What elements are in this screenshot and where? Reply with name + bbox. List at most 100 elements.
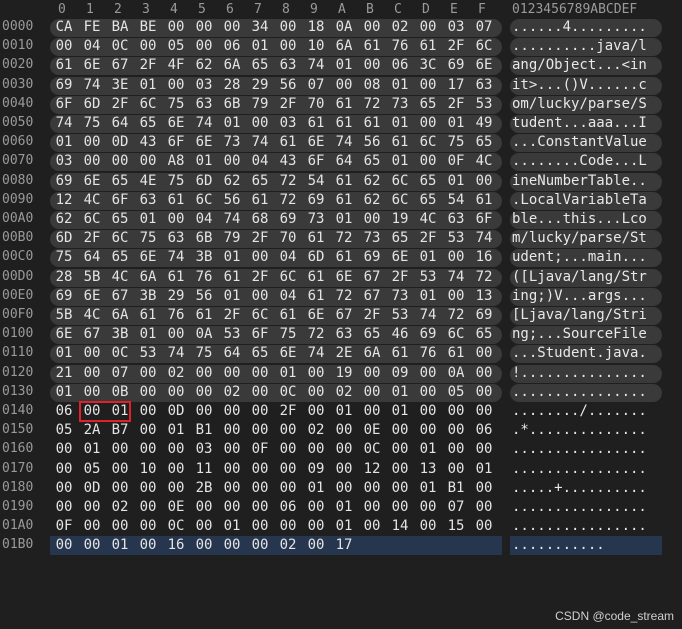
hex-byte[interactable]: 01 xyxy=(332,210,356,229)
hex-byte[interactable]: 61 xyxy=(192,306,216,325)
hex-byte[interactable]: 00 xyxy=(136,479,160,498)
hex-byte[interactable]: 65 xyxy=(136,114,160,133)
hex-byte[interactable]: 00 xyxy=(360,498,384,517)
hex-byte[interactable]: 61 xyxy=(52,56,76,75)
ascii-text[interactable]: .*.............. xyxy=(512,421,647,440)
ascii-text[interactable]: ......4......... xyxy=(512,18,647,37)
hex-byte[interactable]: 18 xyxy=(304,18,328,37)
hex-byte[interactable]: 6F xyxy=(164,133,188,152)
hex-byte[interactable]: 65 xyxy=(472,325,496,344)
hex-byte[interactable]: 2F xyxy=(276,402,300,421)
ascii-text[interactable]: !............... xyxy=(512,364,647,383)
ascii-text[interactable]: m/lucky/parse/St xyxy=(512,229,647,248)
hex-byte[interactable]: 01 xyxy=(304,479,328,498)
hex-byte[interactable]: 00 xyxy=(276,421,300,440)
hex-byte[interactable]: 76 xyxy=(388,37,412,56)
hex-byte[interactable]: 72 xyxy=(304,325,328,344)
hex-byte[interactable]: 6F xyxy=(52,95,76,114)
hex-byte[interactable]: 00 xyxy=(80,517,104,536)
hex-byte[interactable]: 29 xyxy=(248,76,272,95)
hex-byte[interactable]: 0C xyxy=(276,383,300,402)
hex-byte[interactable]: 00 xyxy=(164,18,188,37)
hex-byte[interactable]: 00 xyxy=(220,421,244,440)
hex-byte[interactable]: 00 xyxy=(80,364,104,383)
hex-byte[interactable]: 64 xyxy=(80,248,104,267)
hex-byte[interactable]: 00 xyxy=(164,76,188,95)
hex-byte[interactable]: 00 xyxy=(444,402,468,421)
hex-byte[interactable]: 00 xyxy=(416,76,440,95)
ascii-text[interactable]: ...Student.java. xyxy=(512,344,647,363)
hex-byte[interactable]: 00 xyxy=(472,172,496,191)
hex-byte[interactable]: 00 xyxy=(472,402,496,421)
hex-byte[interactable]: 01 xyxy=(276,364,300,383)
hex-byte[interactable]: 53 xyxy=(416,268,440,287)
hex-byte[interactable]: 04 xyxy=(192,210,216,229)
hex-byte[interactable]: 02 xyxy=(108,498,132,517)
hex-row[interactable]: 0020 61 6E 67 2F 4F 62 6A 65 63 74 01 00 06 3C 69 6E ang/… xyxy=(0,56,682,76)
hex-byte[interactable]: 03 xyxy=(52,152,76,171)
hex-byte[interactable]: 67 xyxy=(360,268,384,287)
hex-byte[interactable]: 61 xyxy=(332,114,356,133)
hex-byte[interactable]: 05 xyxy=(164,37,188,56)
hex-byte[interactable]: 00 xyxy=(192,498,216,517)
hex-row[interactable]: 0180 00 0D 00 00 00 2B 00 00 00 01 00 00 00 01 B1 00....… xyxy=(0,479,682,498)
hex-row[interactable]: 0060 01 00 0D 43 6F 6E 73 74 61 6E 74 56 61 6C 75 65 ...C… xyxy=(0,133,682,153)
hex-byte[interactable]: 67 xyxy=(332,306,356,325)
hex-byte[interactable]: 01 xyxy=(248,37,272,56)
hex-byte[interactable]: 00 xyxy=(416,18,440,37)
hex-byte[interactable]: 6E xyxy=(164,114,188,133)
hex-byte[interactable]: 14 xyxy=(388,517,412,536)
ascii-text[interactable]: udent;...main... xyxy=(512,248,647,267)
hex-byte[interactable]: 28 xyxy=(220,76,244,95)
ascii-text[interactable]: ing;)V...args... xyxy=(512,287,647,306)
hex-byte[interactable]: 67 xyxy=(360,287,384,306)
hex-byte[interactable]: 73 xyxy=(388,287,412,306)
hex-byte[interactable]: 62 xyxy=(52,210,76,229)
hex-byte[interactable]: 00 xyxy=(80,383,104,402)
hex-byte[interactable]: 6F xyxy=(248,325,272,344)
hex-byte[interactable]: 01 xyxy=(416,287,440,306)
hex-byte[interactable]: 0A xyxy=(444,364,468,383)
hex-byte[interactable]: 79 xyxy=(220,229,244,248)
hex-byte[interactable]: 69 xyxy=(472,306,496,325)
hex-byte[interactable]: 61 xyxy=(136,306,160,325)
hex-byte[interactable]: 63 xyxy=(136,191,160,210)
hex-byte[interactable]: 00 xyxy=(248,287,272,306)
hex-byte[interactable]: 2F xyxy=(248,229,272,248)
hex-byte[interactable]: 0E xyxy=(360,421,384,440)
hex-byte[interactable]: 61 xyxy=(304,229,328,248)
hex-byte[interactable]: 01 xyxy=(388,76,412,95)
hex-byte[interactable]: 6E xyxy=(304,133,328,152)
hex-byte[interactable]: 04 xyxy=(80,37,104,56)
hex-byte[interactable]: 54 xyxy=(444,191,468,210)
hex-byte[interactable]: 6E xyxy=(472,56,496,75)
hex-byte[interactable]: 56 xyxy=(360,133,384,152)
hex-byte[interactable]: 74 xyxy=(416,306,440,325)
hex-byte[interactable]: 0A xyxy=(332,18,356,37)
hex-byte[interactable]: 3B xyxy=(136,287,160,306)
hex-byte[interactable]: 01 xyxy=(388,152,412,171)
hex-byte[interactable]: 00 xyxy=(80,152,104,171)
hex-byte[interactable]: 00 xyxy=(472,364,496,383)
hex-byte[interactable]: 00 xyxy=(416,517,440,536)
hex-row[interactable]: 0120 21 00 07 00 02 00 00 00 01 00 19 00 09 00 0A 00!...… xyxy=(0,364,682,383)
hex-byte[interactable]: 5B xyxy=(52,306,76,325)
hex-byte[interactable]: 01 xyxy=(332,402,356,421)
hex-byte[interactable]: 69 xyxy=(52,76,76,95)
hex-row[interactable]: 0090 12 4C 6F 63 61 6C 56 61 72 69 61 62 6C 65 54 61 .Loc… xyxy=(0,191,682,210)
hex-byte[interactable]: 01 xyxy=(52,383,76,402)
hex-byte[interactable]: B7 xyxy=(108,421,132,440)
hex-byte[interactable]: 74 xyxy=(304,56,328,75)
hex-byte[interactable]: 01 xyxy=(388,383,412,402)
hex-row[interactable]: 0160 00 01 00 00 00 03 00 0F 00 00 00 0C 00 01 00 00....… xyxy=(0,440,682,459)
hex-byte[interactable]: 00 xyxy=(164,479,188,498)
hex-byte[interactable]: 56 xyxy=(276,76,300,95)
hex-byte[interactable]: 00 xyxy=(248,114,272,133)
hex-byte[interactable]: BA xyxy=(108,18,132,37)
hex-byte[interactable]: 00 xyxy=(220,402,244,421)
hex-row[interactable]: 00C0 75 64 65 6E 74 3B 01 00 04 6D 61 69 6E 01 00 16 uden… xyxy=(0,248,682,268)
hex-byte[interactable]: 4E xyxy=(136,172,160,191)
hex-byte[interactable]: 00 xyxy=(248,479,272,498)
hex-byte[interactable]: 01 xyxy=(332,56,356,75)
hex-byte[interactable]: 0F xyxy=(444,152,468,171)
